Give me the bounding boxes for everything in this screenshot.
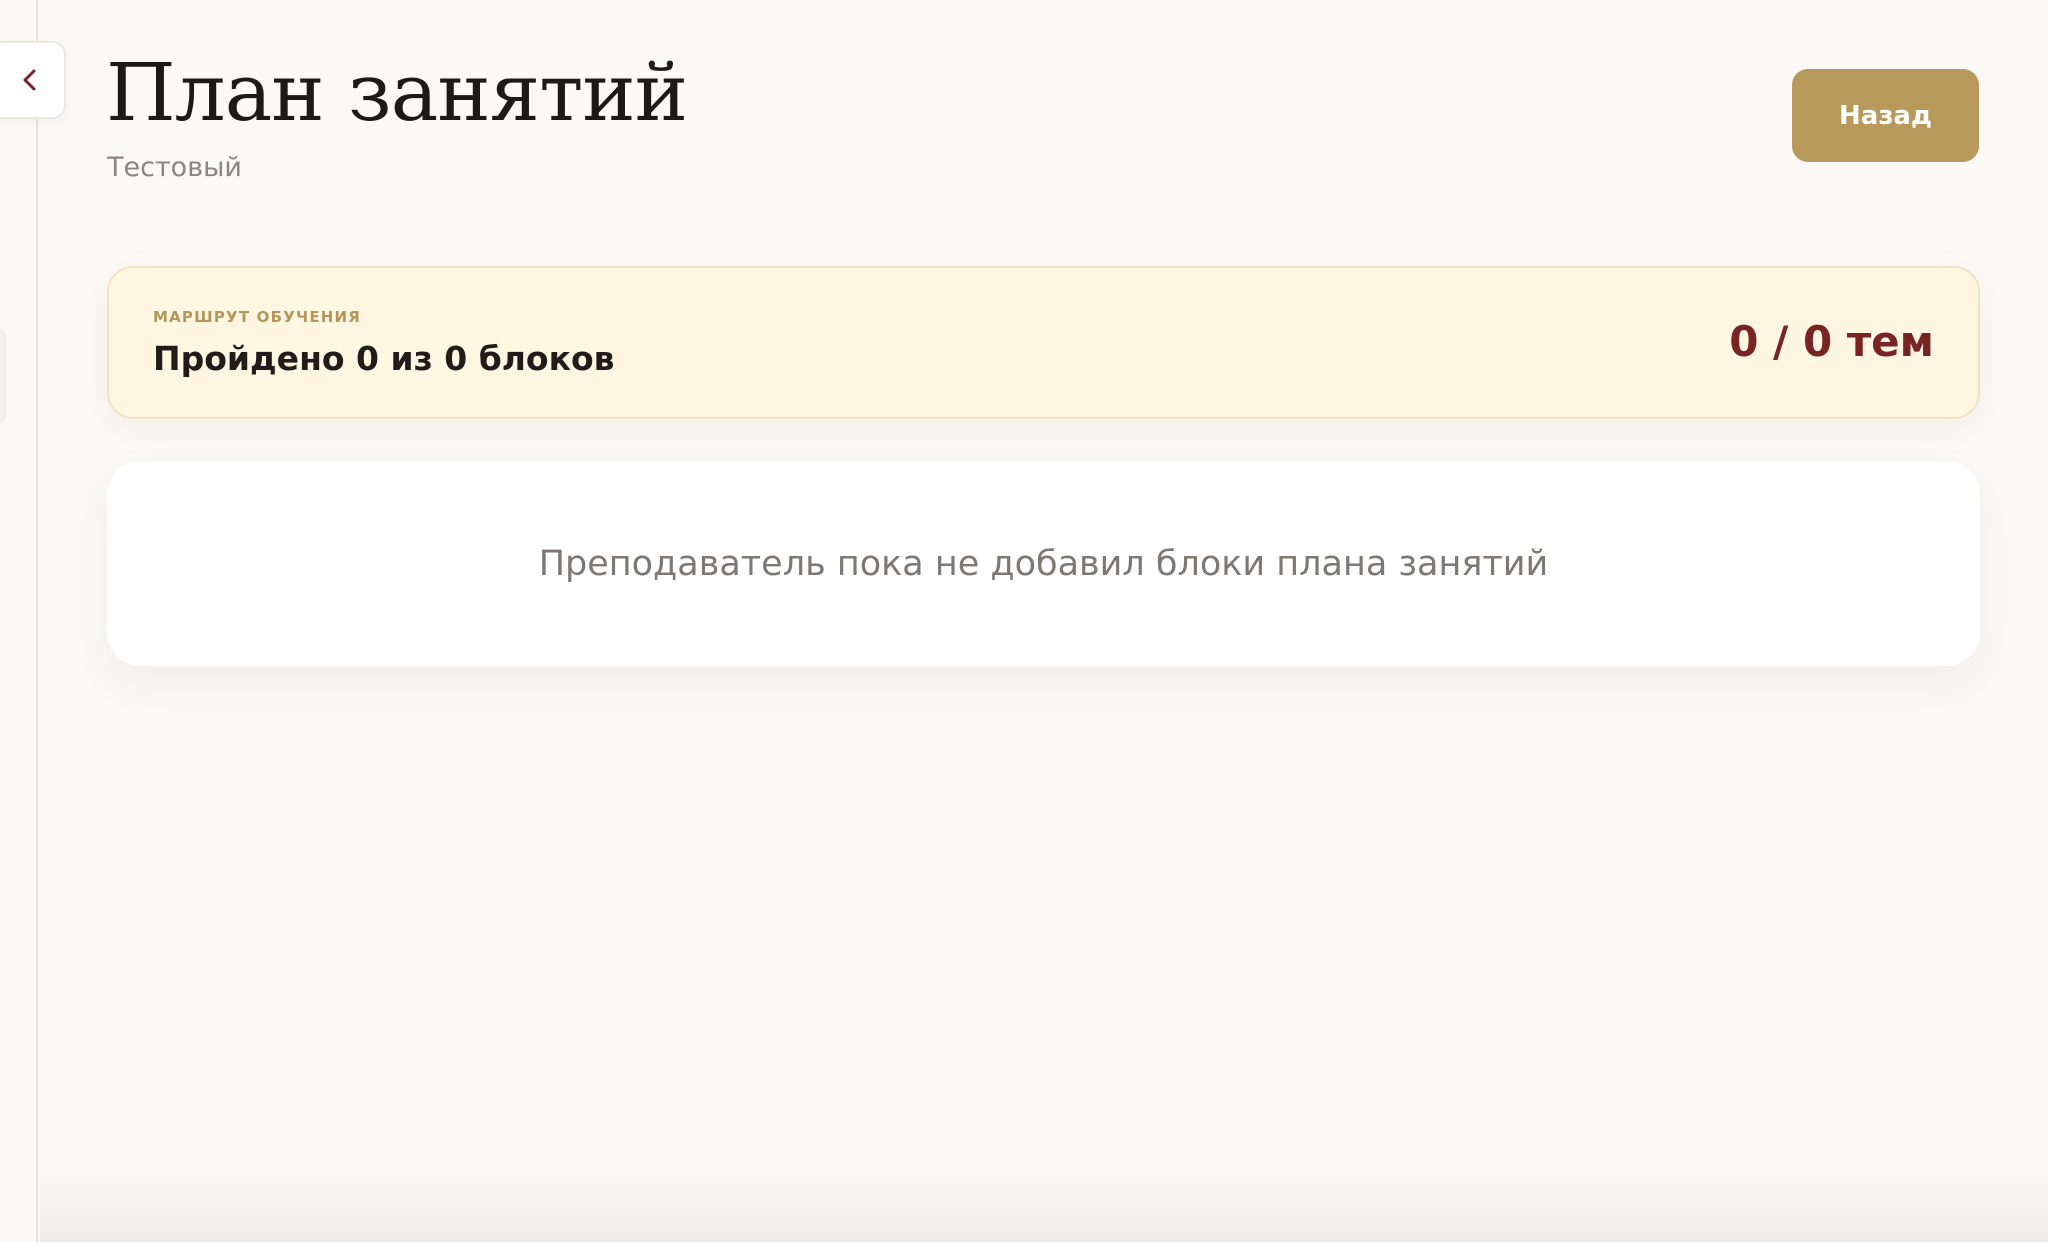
empty-state-message: Преподаватель пока не добавил блоки план…	[538, 543, 1549, 584]
app-root: План занятий Тестовый Назад МАРШРУТ ОБУЧ…	[0, 0, 2048, 1242]
page-subtitle: Тестовый	[107, 152, 242, 183]
route-progress-text: Пройдено 0 из 0 блоков	[153, 339, 615, 378]
lesson-plan-empty-state: Преподаватель пока не добавил блоки план…	[107, 461, 1980, 666]
learning-route-card: МАРШРУТ ОБУЧЕНИЯ Пройдено 0 из 0 блоков …	[107, 266, 1980, 419]
route-label: МАРШРУТ ОБУЧЕНИЯ	[153, 308, 362, 326]
topics-count: 0 / 0 тем	[1729, 317, 1934, 366]
bottom-fade	[40, 1170, 2048, 1242]
page-title: План занятий	[106, 46, 688, 139]
back-button[interactable]: Назад	[1792, 69, 1979, 162]
sidebar-collapse-button[interactable]	[0, 41, 66, 119]
sidebar-handle[interactable]	[0, 328, 6, 424]
sidebar-rail	[0, 0, 38, 1242]
chevron-left-icon	[23, 69, 36, 91]
